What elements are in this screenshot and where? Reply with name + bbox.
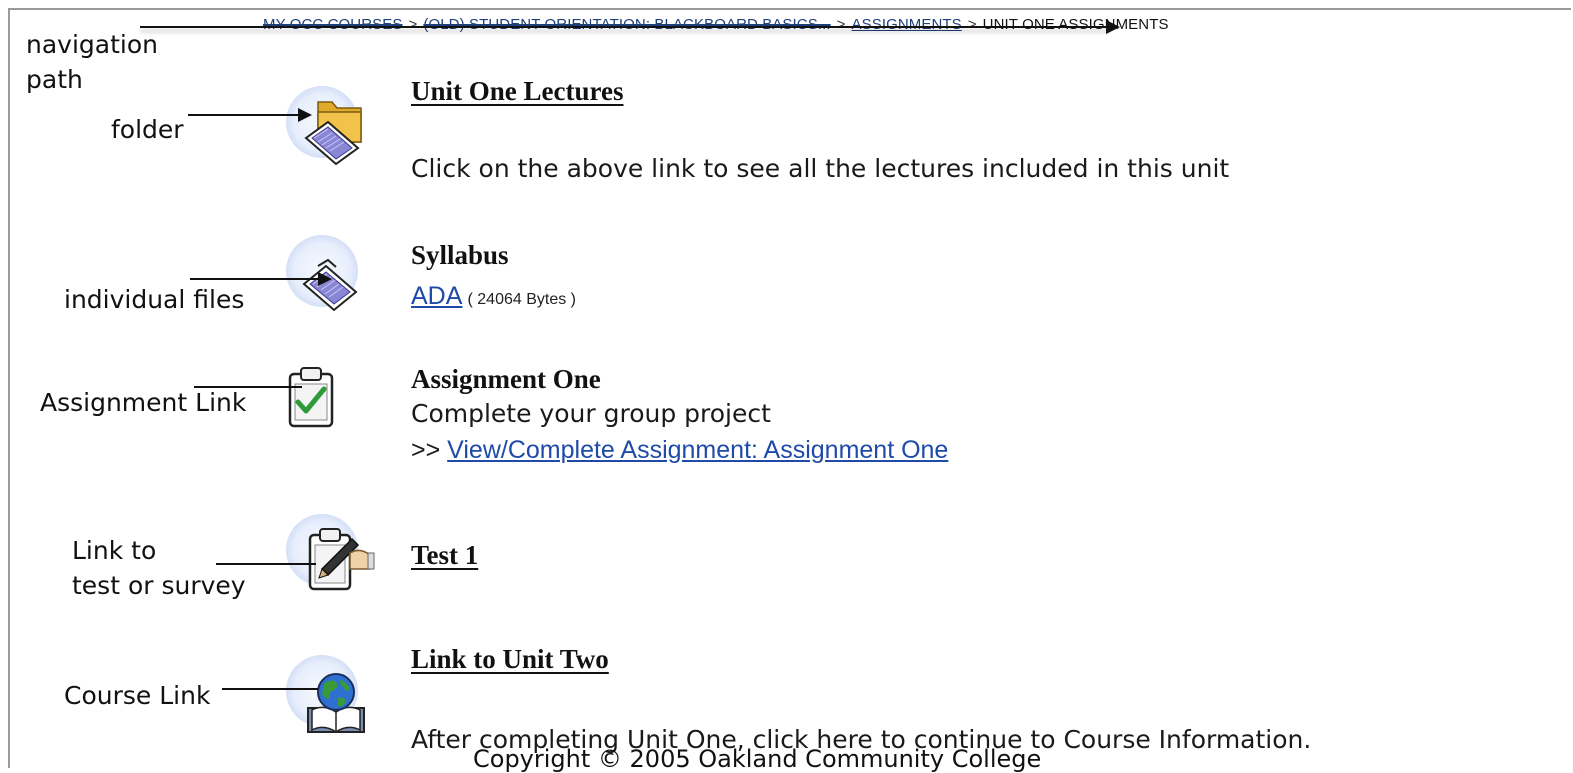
- breadcrumb-separator: >: [408, 16, 418, 33]
- assignment-link-row: >> View/Complete Assignment: Assignment …: [411, 436, 948, 465]
- breadcrumb-course[interactable]: (OLD) STUDENT ORIENTATION: BLACKBOARD BA…: [423, 16, 830, 33]
- clipboard-pencil-icon[interactable]: [306, 525, 378, 595]
- annotation-individual-files: individual files: [64, 285, 245, 314]
- annotation-navigation-path: navigation path: [26, 27, 158, 97]
- assignment-one-title: Assignment One: [411, 364, 601, 394]
- syllabus-file-size: ( 24064 Bytes ): [467, 291, 577, 308]
- assignment-description: Complete your group project: [411, 399, 771, 428]
- breadcrumb-current: UNIT ONE ASSIGNMENTS: [982, 16, 1169, 33]
- folder-arrowhead: [298, 108, 312, 122]
- link-to-unit-two[interactable]: Link to Unit Two: [411, 644, 609, 675]
- breadcrumb-separator: >: [836, 16, 846, 33]
- breadcrumb-my-courses[interactable]: MY OCC COURSES: [263, 16, 402, 33]
- test-1-link[interactable]: Test 1: [411, 540, 478, 571]
- test-arrow-line: [216, 563, 316, 565]
- folder-icon[interactable]: [300, 94, 370, 170]
- globe-book-icon[interactable]: [304, 668, 368, 738]
- annotation-course-link: Course Link: [64, 681, 211, 710]
- annotation-assignment-link: Assignment Link: [40, 388, 247, 417]
- copyright-footer: Copyright © 2005 Oakland Community Colle…: [473, 745, 1042, 773]
- annotation-test-line2: test or survey: [72, 571, 246, 600]
- files-arrow-line: [190, 278, 320, 280]
- navigation-arrowhead: [1106, 20, 1120, 34]
- clipboard-check-icon[interactable]: [286, 364, 338, 430]
- files-arrowhead: [318, 272, 332, 286]
- breadcrumb: MY OCC COURSES > (OLD) STUDENT ORIENTATION…: [263, 16, 1169, 33]
- assignment-link-prefix: >>: [411, 436, 441, 464]
- view-complete-assignment-link[interactable]: View/Complete Assignment: Assignment One: [447, 436, 948, 464]
- assignment-arrow-line: [194, 386, 302, 388]
- folder-arrow-line: [188, 114, 300, 116]
- annotation-navigation-line2: path: [26, 65, 83, 94]
- syllabus-title: Syllabus: [411, 240, 509, 270]
- lectures-description: Click on the above link to see all the l…: [411, 154, 1230, 183]
- syllabus-file-row: ADA ( 24064 Bytes ): [411, 282, 576, 311]
- unit-one-lectures-link[interactable]: Unit One Lectures: [411, 76, 623, 107]
- breadcrumb-separator: >: [967, 16, 977, 33]
- breadcrumb-assignments[interactable]: ASSIGNMENTS: [852, 16, 962, 33]
- annotation-navigation-line1: navigation: [26, 30, 158, 59]
- course-arrow-line: [222, 688, 318, 690]
- annotation-folder: folder: [111, 115, 184, 144]
- navigation-arrow-line: [140, 26, 1110, 28]
- annotation-test-or-survey: Link to test or survey: [72, 533, 246, 603]
- syllabus-file-link[interactable]: ADA: [411, 282, 462, 310]
